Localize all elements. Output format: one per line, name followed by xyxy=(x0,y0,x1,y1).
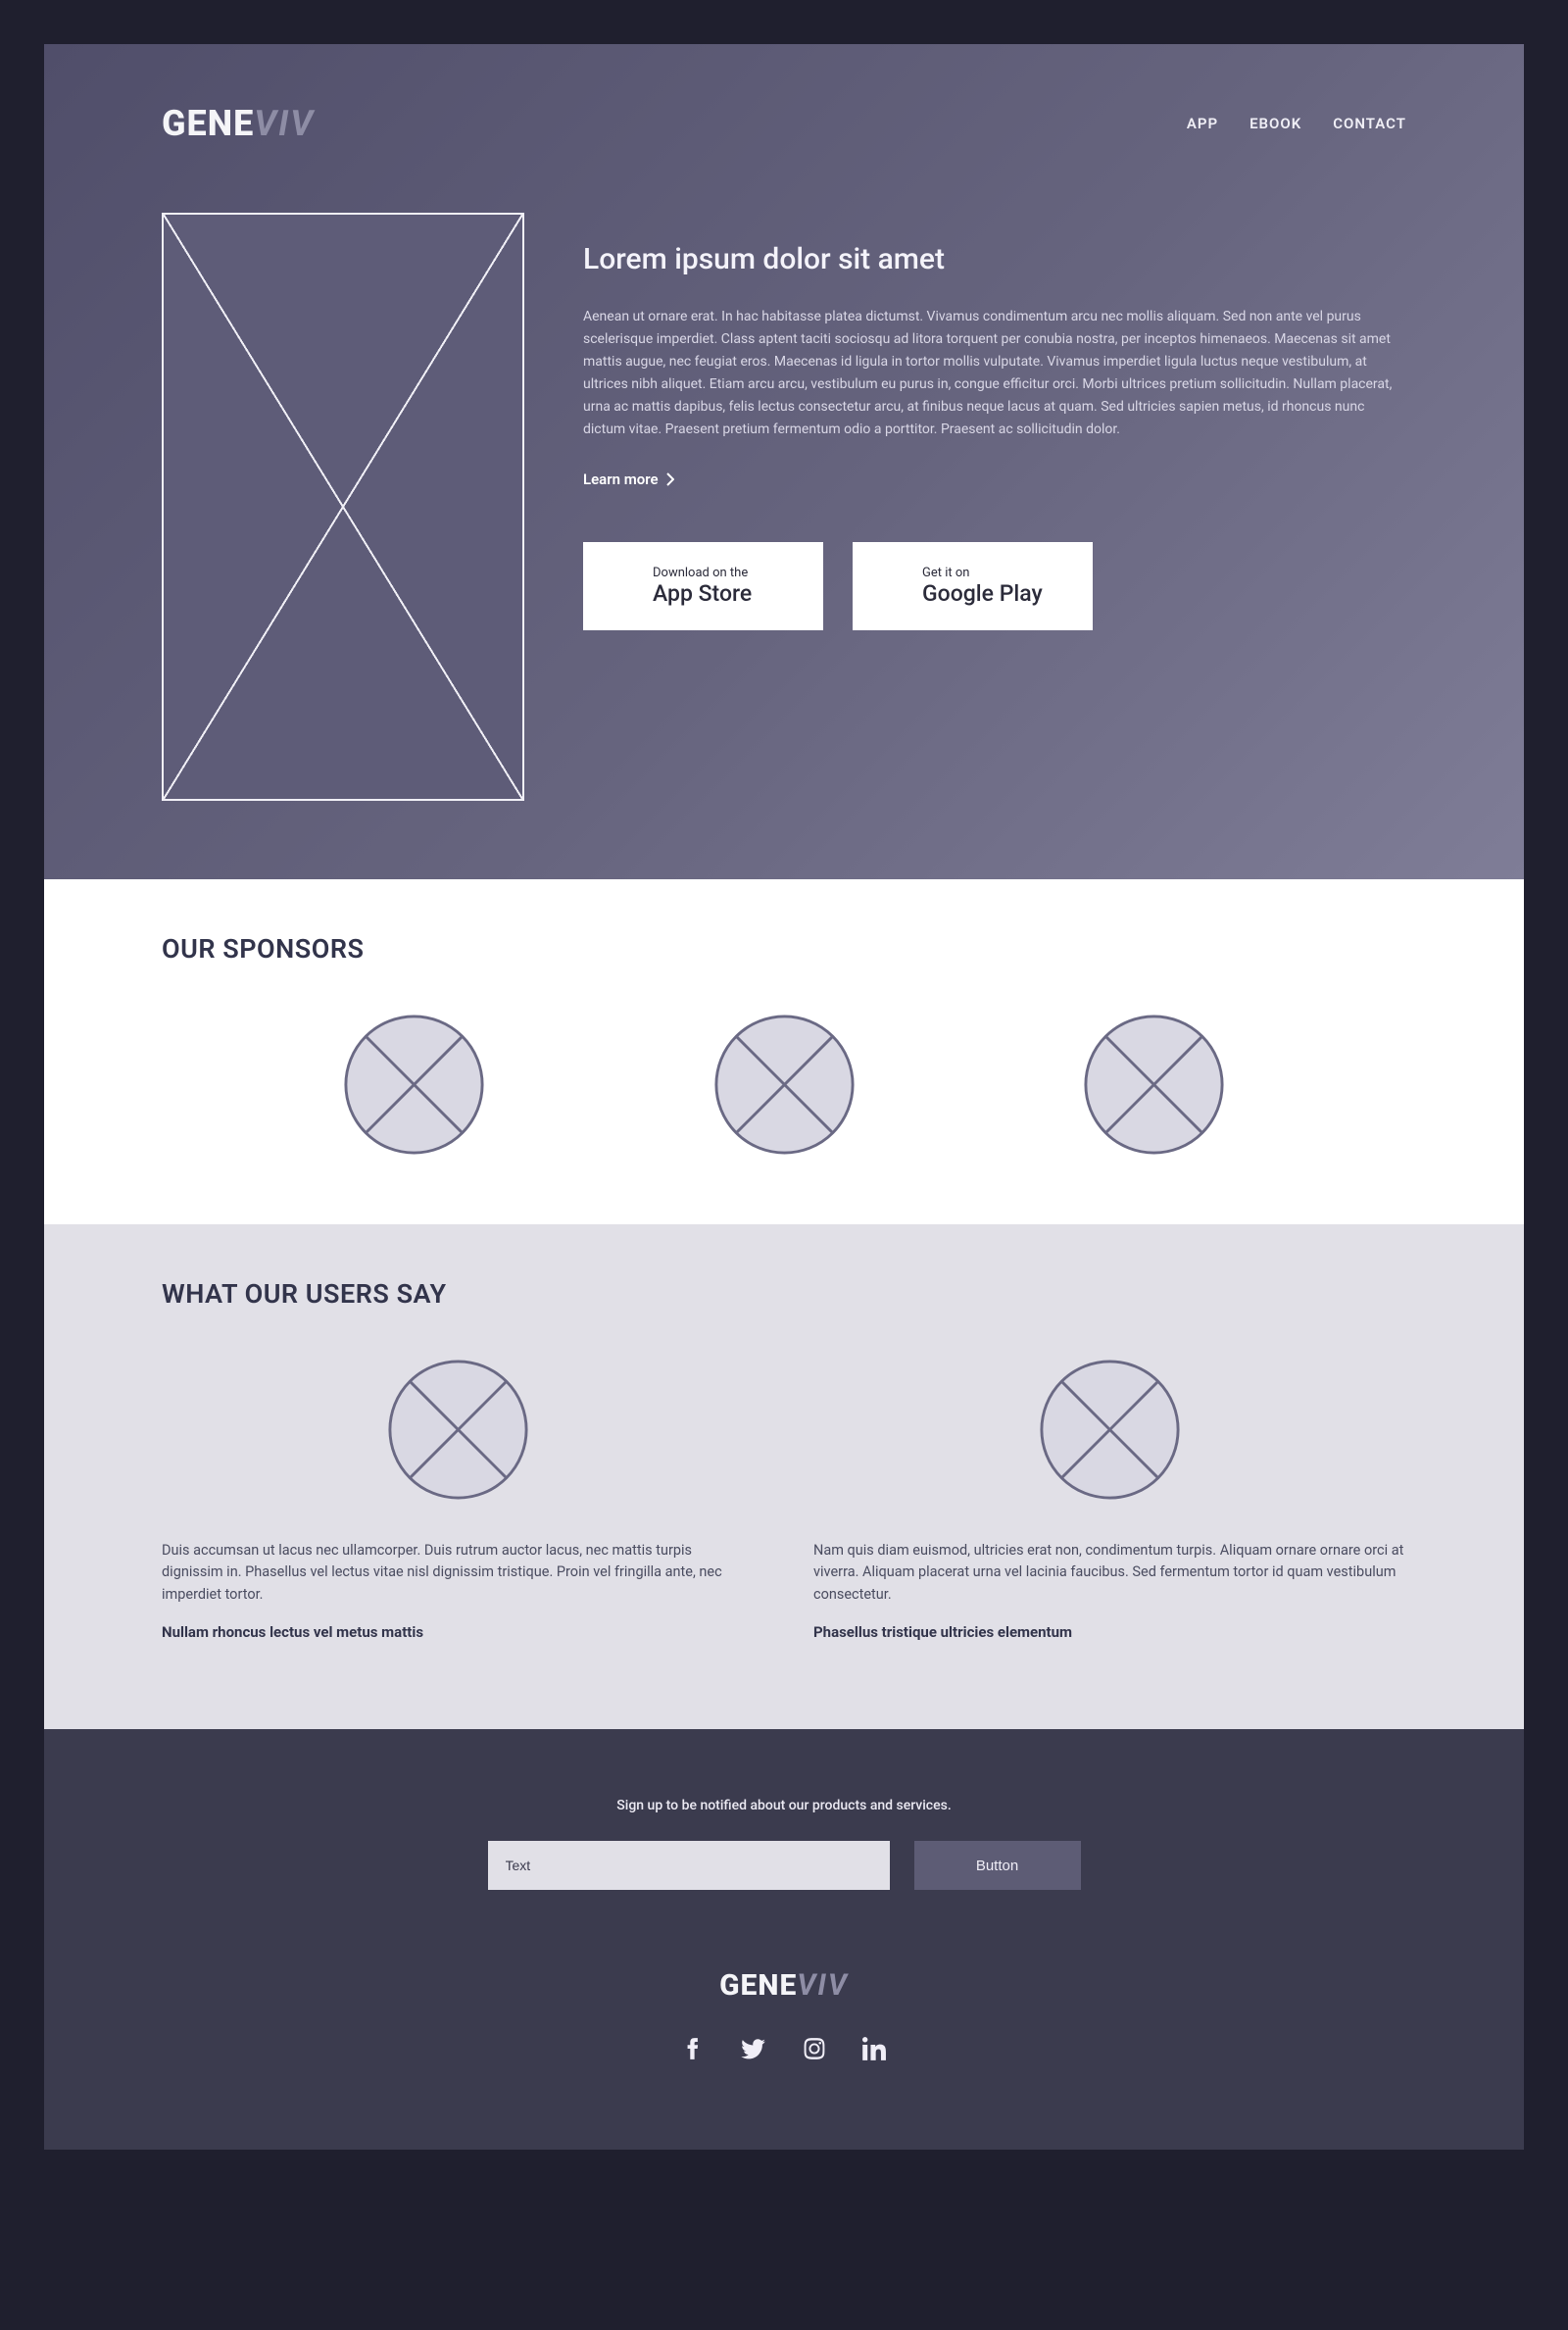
testimonial-name: Phasellus tristique ultricies elementum xyxy=(813,1623,1406,1641)
signup-button[interactable]: Button xyxy=(914,1841,1081,1890)
hero-section: GENEVIV APP EBOOK CONTACT Lorem ipsum do… xyxy=(44,44,1524,879)
hero-body-text: Aenean ut ornare erat. In hac habitasse … xyxy=(583,306,1406,442)
testimonials-title: WHAT OUR USERS SAY xyxy=(162,1278,1406,1310)
logo-part1: GENE xyxy=(719,1968,797,2003)
google-play-big: Google Play xyxy=(922,580,1043,607)
sponsor-logo-placeholder xyxy=(713,1014,856,1156)
google-play-button[interactable]: Get it on Google Play xyxy=(853,542,1093,630)
logo-part2: VIV xyxy=(254,103,315,144)
avatar-placeholder xyxy=(1039,1359,1181,1501)
instagram-icon[interactable] xyxy=(802,2036,827,2061)
testimonial-item: Duis accumsan ut lacus nec ullamcorper. … xyxy=(162,1359,755,1641)
sponsor-logo-placeholder xyxy=(343,1014,485,1156)
nav-contact[interactable]: CONTACT xyxy=(1333,115,1406,132)
device-mockup-placeholder xyxy=(162,213,524,801)
nav-ebook[interactable]: EBOOK xyxy=(1250,115,1301,132)
learn-more-link[interactable]: Learn more xyxy=(583,471,674,488)
logo-part1: GENE xyxy=(162,103,254,144)
apple-icon xyxy=(608,570,635,603)
app-store-big: App Store xyxy=(653,580,752,607)
sponsors-section: OUR SPONSORS xyxy=(44,879,1524,1224)
facebook-icon[interactable] xyxy=(680,2036,706,2061)
google-play-icon xyxy=(877,570,905,603)
footer-section: Sign up to be notified about our product… xyxy=(44,1729,1524,2150)
app-store-small: Download on the xyxy=(653,566,752,580)
testimonial-name: Nullam rhoncus lectus vel metus mattis xyxy=(162,1623,755,1641)
twitter-icon[interactable] xyxy=(741,2036,766,2061)
logo[interactable]: GENEVIV xyxy=(162,103,315,144)
nav-links: APP EBOOK CONTACT xyxy=(1187,115,1406,132)
nav-app[interactable]: APP xyxy=(1187,115,1218,132)
chevron-right-icon xyxy=(666,472,674,486)
email-input[interactable] xyxy=(488,1841,890,1890)
sponsors-title: OUR SPONSORS xyxy=(162,933,1406,965)
hero-heading: Lorem ipsum dolor sit amet xyxy=(583,242,1406,276)
app-store-button[interactable]: Download on the App Store xyxy=(583,542,823,630)
sponsor-logo-placeholder xyxy=(1083,1014,1225,1156)
learn-more-label: Learn more xyxy=(583,471,659,488)
logo-part2: VIV xyxy=(797,1968,849,2003)
testimonial-body: Duis accumsan ut lacus nec ullamcorper. … xyxy=(162,1540,755,1606)
top-nav: GENEVIV APP EBOOK CONTACT xyxy=(162,103,1406,144)
social-links xyxy=(162,2036,1406,2061)
signup-text: Sign up to be notified about our product… xyxy=(162,1798,1406,1813)
testimonials-section: WHAT OUR USERS SAY Duis accumsan ut lacu… xyxy=(44,1224,1524,1729)
avatar-placeholder xyxy=(387,1359,529,1501)
testimonial-item: Nam quis diam euismod, ultricies erat no… xyxy=(813,1359,1406,1641)
testimonial-body: Nam quis diam euismod, ultricies erat no… xyxy=(813,1540,1406,1606)
google-play-small: Get it on xyxy=(922,566,1043,580)
linkedin-icon[interactable] xyxy=(862,2036,888,2061)
footer-logo[interactable]: GENEVIV xyxy=(719,1968,849,2003)
